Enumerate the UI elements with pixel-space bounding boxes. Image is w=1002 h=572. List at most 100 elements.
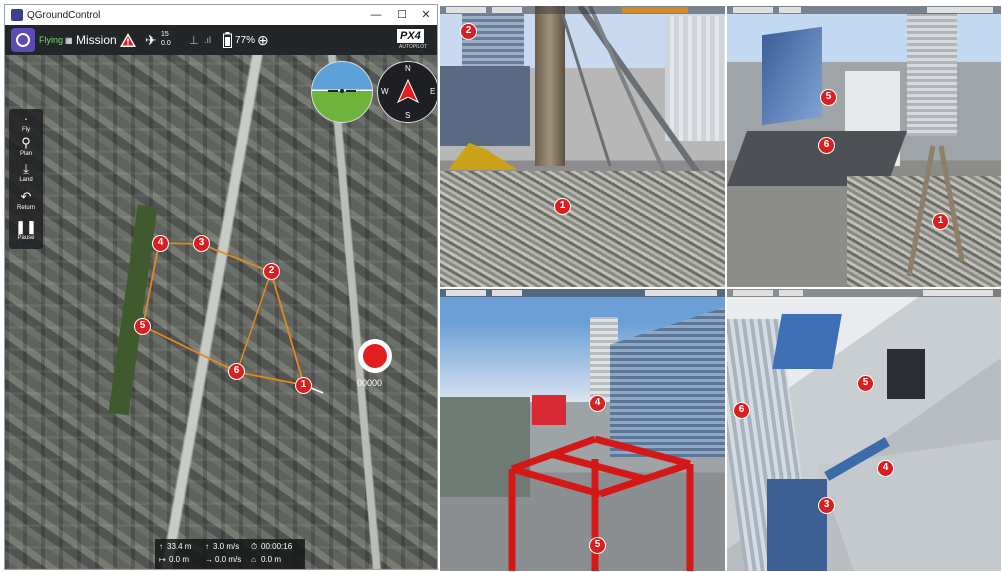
qgc-logo-icon[interactable] xyxy=(11,28,35,52)
return-icon: ↶ xyxy=(20,189,32,204)
mission-icon: ▦ xyxy=(65,35,73,45)
attitude-wings-icon xyxy=(328,89,356,93)
map-marker-1[interactable]: 1 xyxy=(295,377,312,394)
compass-east: E xyxy=(430,87,436,96)
view-tool-icons[interactable] xyxy=(923,290,993,296)
view-tool-icons[interactable] xyxy=(645,290,717,296)
view-marker-5: 5 xyxy=(589,537,606,554)
sim-view-top-right[interactable]: 5 6 1 xyxy=(727,6,1001,287)
view-marker-6: 6 xyxy=(818,137,835,154)
close-button[interactable]: ✕ xyxy=(413,5,437,25)
view-menu-item[interactable] xyxy=(779,290,803,296)
distance-icon: ↦ xyxy=(159,555,166,564)
plan-icon: ⚲ xyxy=(21,135,31,150)
map-marker-5[interactable]: 5 xyxy=(134,318,151,335)
tool-plan[interactable]: ⚲ Plan xyxy=(9,135,43,157)
view-tool-icons[interactable] xyxy=(927,7,993,13)
tool-fly[interactable]: · Fly xyxy=(9,111,43,133)
satellite-map[interactable]: 1 2 3 4 5 6 · Fly ⚲ Plan ⤓ Land ↶ Return xyxy=(5,55,437,569)
view-tool-icons[interactable] xyxy=(622,7,688,13)
hdop-value: 0.0 xyxy=(161,39,171,47)
mission-route xyxy=(141,242,324,394)
view-marker-4: 4 xyxy=(877,460,894,477)
distance-home-value: 0.0 m xyxy=(261,555,282,564)
view-toolbar xyxy=(440,289,725,297)
horizontal-speed-icon: → xyxy=(205,555,213,564)
view-menu-item[interactable] xyxy=(446,290,486,296)
main-toolbar: Flying ▦ Mission ✈ 15 0.0 ⊥ .ıl 77% ⊕ PX… xyxy=(5,25,437,55)
view-marker-1: 1 xyxy=(932,213,949,230)
tool-pause-label: Pause xyxy=(17,235,35,241)
compass-west: W xyxy=(381,87,389,96)
vertical-speed-value: 3.0 m/s xyxy=(213,542,240,551)
telemetry-signal-icon[interactable]: .ıl xyxy=(204,25,211,55)
altitude-value: 33.4 m xyxy=(167,542,192,551)
map-marker-3[interactable]: 3 xyxy=(193,235,210,252)
view-menu-item[interactable] xyxy=(779,7,801,13)
compass-north: N xyxy=(405,64,411,73)
fly-tools-panel: · Fly ⚲ Plan ⤓ Land ↶ Return ❚❚ Pause xyxy=(9,109,43,249)
view-menu-item[interactable] xyxy=(733,290,773,296)
red-scaffold xyxy=(508,435,694,571)
window-title: QGroundControl xyxy=(27,9,101,21)
tool-land[interactable]: ⤓ Land xyxy=(9,161,43,183)
compass-indicator: N S E W xyxy=(377,61,437,123)
pause-icon: ❚❚ xyxy=(15,219,37,234)
view-marker-3: 3 xyxy=(818,497,835,514)
map-marker-6[interactable]: 6 xyxy=(228,363,245,380)
mission-label[interactable]: Mission xyxy=(76,25,117,55)
rooftop-grey xyxy=(817,439,1001,571)
land-icon: ⤓ xyxy=(23,161,29,176)
dark-building xyxy=(887,349,925,399)
rc-rssi-icon[interactable]: ⊥ xyxy=(189,25,199,55)
view-marker-2: 2 xyxy=(460,23,477,40)
title-bar: QGroundControl — ☐ ✕ xyxy=(5,5,437,25)
view-marker-6: 6 xyxy=(733,402,750,419)
blue-building xyxy=(772,314,842,369)
distance-value: 0.0 m xyxy=(169,555,190,564)
view-toolbar xyxy=(440,6,725,14)
tool-fly-label: Fly xyxy=(22,127,30,133)
attitude-indicator xyxy=(311,61,373,123)
telemetry-bar: ↑ 33.4 m ↑ 3.0 m/s ⏱ 00:00:16 ↦ 0.0 m → … xyxy=(155,539,305,569)
heading-arrow-icon xyxy=(396,78,420,104)
distance-home-icon: ⌂ xyxy=(251,555,256,564)
record-counter: 00000 xyxy=(357,378,383,388)
gps-satellite-icon[interactable]: ✈ xyxy=(145,25,157,55)
tool-land-label: Land xyxy=(19,177,33,183)
px4-logo: PX4 xyxy=(397,29,424,43)
map-marker-4[interactable]: 4 xyxy=(152,235,169,252)
view-toolbar xyxy=(727,6,1001,14)
view-marker-4: 4 xyxy=(589,395,606,412)
maximize-button[interactable]: ☐ xyxy=(389,5,415,25)
record-button[interactable] xyxy=(358,339,392,373)
fly-icon: · xyxy=(23,111,29,126)
map-marker-2[interactable]: 2 xyxy=(263,263,280,280)
view-menu-item[interactable] xyxy=(446,7,486,13)
tool-return[interactable]: ↶ Return xyxy=(9,189,43,211)
app-icon xyxy=(11,9,23,21)
sim-view-bottom-right[interactable]: 6 5 4 3 xyxy=(727,289,1001,571)
compass-south: S xyxy=(405,111,411,120)
view-marker-5: 5 xyxy=(857,375,874,392)
warning-icon[interactable] xyxy=(119,25,137,55)
rtk-icon[interactable]: ⊕ xyxy=(257,25,269,55)
flight-time-value: 00:00:16 xyxy=(261,542,293,551)
view-menu-item[interactable] xyxy=(492,290,522,296)
view-marker-1: 1 xyxy=(554,198,571,215)
battery-icon[interactable] xyxy=(223,25,232,55)
view-menu-item[interactable] xyxy=(492,7,522,13)
sim-view-top-left[interactable]: 2 1 xyxy=(440,6,725,287)
horizontal-speed-value: 0.0 m/s xyxy=(215,555,242,564)
sim-view-bottom-left[interactable]: 4 5 xyxy=(440,289,725,571)
altitude-icon: ↑ xyxy=(159,542,163,551)
blue-roof xyxy=(767,479,827,571)
tool-pause[interactable]: ❚❚ Pause xyxy=(9,219,43,241)
view-menu-item[interactable] xyxy=(733,7,773,13)
gravel-ground xyxy=(440,171,725,287)
flight-time-icon: ⏱ xyxy=(251,542,258,551)
px4-logo-sub: AUTOPILOT xyxy=(399,44,428,50)
view-marker-5: 5 xyxy=(820,89,837,106)
flight-mode-status[interactable]: Flying xyxy=(39,25,63,55)
minimize-button[interactable]: — xyxy=(363,5,389,25)
